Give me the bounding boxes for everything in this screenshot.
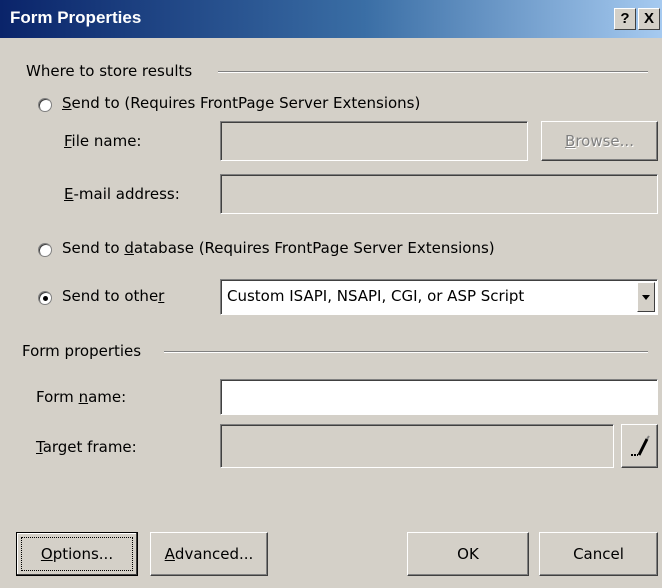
store-group-title: Where to store results xyxy=(26,62,193,80)
ok-button[interactable]: OK xyxy=(407,532,529,576)
target-frame-button[interactable] xyxy=(621,424,658,468)
advanced-label: Advanced... xyxy=(164,545,254,563)
pencil-icon xyxy=(631,435,650,456)
advanced-button[interactable]: Advanced... xyxy=(150,532,268,576)
form-name-input[interactable] xyxy=(220,379,658,415)
close-button[interactable]: X xyxy=(638,8,660,30)
send-to-label: Send to (Requires FrontPage Server Exten… xyxy=(62,94,421,112)
send-to-database-radio[interactable] xyxy=(38,243,52,257)
cancel-label: Cancel xyxy=(573,545,624,563)
send-to-other-radio[interactable] xyxy=(38,291,52,305)
browse-button[interactable]: Browse... xyxy=(541,121,658,161)
form-name-label: Form name: xyxy=(36,388,127,406)
form-group-divider xyxy=(164,351,648,353)
send-to-radio[interactable] xyxy=(38,98,52,112)
file-name-field[interactable] xyxy=(220,121,528,161)
email-field[interactable] xyxy=(220,174,658,214)
form-group-title: Form properties xyxy=(22,342,142,360)
store-group-divider xyxy=(218,71,648,73)
send-to-database-label: Send to database (Requires FrontPage Ser… xyxy=(62,239,495,257)
target-frame-label: Target frame: xyxy=(36,438,137,456)
options-button[interactable]: Options... xyxy=(16,532,138,576)
title-bar: Form Properties ? X xyxy=(0,0,662,38)
close-icon: X xyxy=(643,10,654,27)
chevron-down-icon[interactable] xyxy=(637,282,655,312)
email-label: E-mail address: xyxy=(64,185,180,203)
focus-ring xyxy=(21,537,133,571)
cancel-button[interactable]: Cancel xyxy=(539,532,658,576)
ok-label: OK xyxy=(457,545,479,563)
help-button[interactable]: ? xyxy=(614,8,636,30)
target-frame-field[interactable] xyxy=(220,424,614,468)
send-to-other-select[interactable]: Custom ISAPI, NSAPI, CGI, or ASP Script xyxy=(220,279,658,315)
browse-label: Browse... xyxy=(565,132,634,150)
window-title: Form Properties xyxy=(10,8,142,27)
help-icon: ? xyxy=(620,10,630,27)
send-to-other-label: Send to other xyxy=(62,287,165,305)
send-to-other-selected: Custom ISAPI, NSAPI, CGI, or ASP Script xyxy=(227,287,525,305)
file-name-label: File name: xyxy=(64,132,142,150)
